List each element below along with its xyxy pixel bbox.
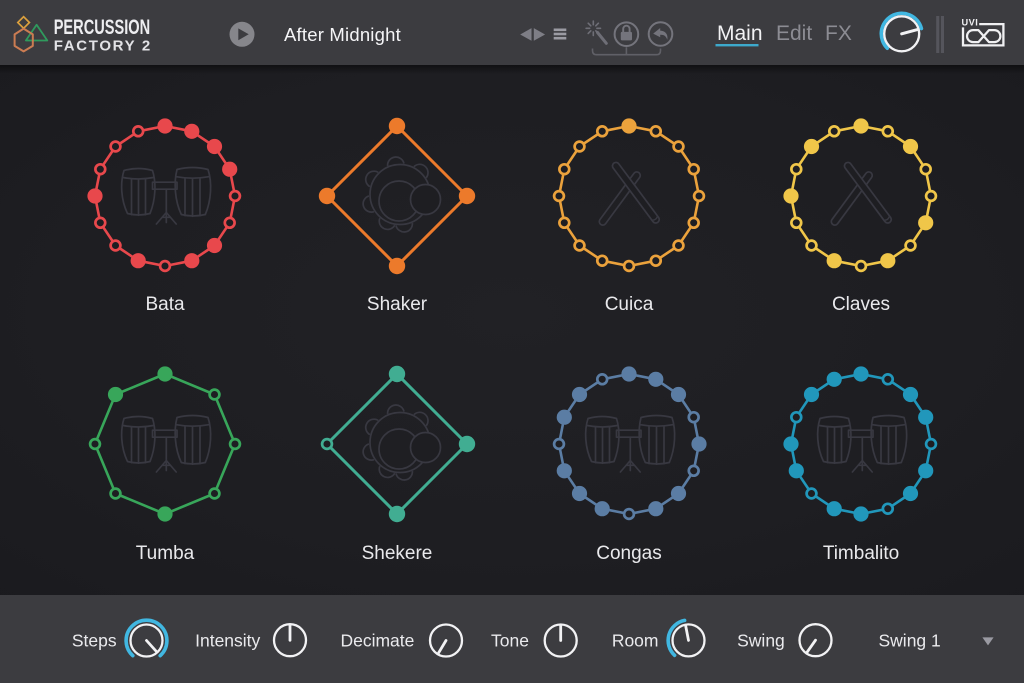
svg-text:FX: FX (825, 22, 852, 45)
svg-text:Main: Main (717, 22, 763, 45)
svg-text:Claves: Claves (832, 294, 890, 315)
svg-text:Swing: Swing (737, 630, 785, 650)
svg-text:Shekere: Shekere (362, 543, 433, 564)
svg-text:Bata: Bata (145, 294, 185, 315)
svg-text:PERCUSSION: PERCUSSION (54, 15, 151, 39)
svg-text:After Midnight: After Midnight (284, 24, 401, 45)
svg-text:Edit: Edit (776, 22, 812, 45)
svg-text:Intensity: Intensity (195, 630, 260, 650)
svg-text:Steps: Steps (72, 630, 117, 650)
svg-text:Room: Room (612, 630, 659, 650)
svg-text:Cuica: Cuica (605, 294, 654, 315)
svg-text:FACTORY 2: FACTORY 2 (54, 38, 151, 55)
svg-text:Shaker: Shaker (367, 294, 428, 315)
svg-text:UVI: UVI (962, 17, 979, 27)
svg-text:Tone: Tone (491, 630, 529, 650)
svg-text:Tumba: Tumba (136, 543, 195, 564)
svg-text:Swing 1: Swing 1 (879, 630, 941, 650)
svg-text:Congas: Congas (596, 543, 662, 564)
svg-text:Decimate: Decimate (340, 630, 414, 650)
svg-text:Timbalito: Timbalito (823, 543, 899, 564)
